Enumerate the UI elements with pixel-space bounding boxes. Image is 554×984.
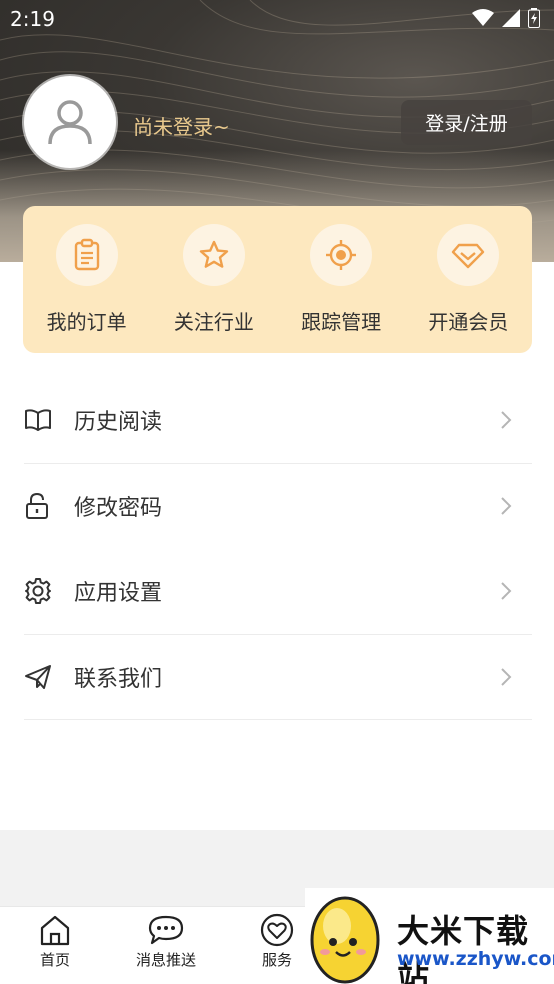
tab-label: 首页 [39, 951, 70, 969]
menu-item-contact-us[interactable]: 联系我们 [24, 635, 532, 720]
quick-action-label: 关注行业 [173, 310, 254, 334]
user-icon [48, 100, 92, 145]
star-icon [199, 240, 229, 268]
menu-item-label: 应用设置 [74, 581, 163, 607]
diamond-icon [452, 243, 485, 269]
avatar[interactable] [24, 76, 116, 168]
chevron-right-icon [501, 411, 512, 429]
quick-actions-card: 我的订单 关注行业 跟踪管理 开通会员 [23, 206, 532, 353]
tab-label: 服务 [261, 951, 292, 969]
chevron-right-icon [501, 668, 512, 686]
rice-mascot-icon [310, 896, 380, 984]
book-icon [25, 409, 51, 432]
send-icon [25, 664, 51, 689]
watermark-logo: 大米下载站 www.zzhyw.com [305, 888, 554, 984]
gear-icon [25, 578, 51, 605]
wifi-icon [472, 9, 494, 26]
message-icon [148, 915, 184, 945]
quick-action-label: 开通会员 [428, 310, 509, 334]
home-icon [40, 915, 70, 946]
watermark-brand-text: 大米下载站 [397, 912, 530, 984]
battery-icon [528, 8, 540, 28]
menu-item-app-settings[interactable]: 应用设置 [24, 549, 532, 635]
quick-action-label: 我的订单 [46, 310, 127, 334]
quick-action-membership[interactable]: 开通会员 [405, 206, 532, 353]
chevron-right-icon [501, 497, 512, 515]
menu-item-history[interactable]: 历史阅读 [24, 378, 532, 464]
login-register-button[interactable]: 登录/注册 [401, 100, 532, 145]
quick-action-tracking[interactable]: 跟踪管理 [278, 206, 405, 353]
menu-item-label: 联系我们 [74, 666, 163, 692]
chevron-right-icon [501, 582, 512, 600]
signal-icon [502, 9, 520, 27]
quick-action-label: 跟踪管理 [301, 310, 382, 334]
quick-action-orders[interactable]: 我的订单 [23, 206, 150, 353]
heart-icon [260, 913, 294, 947]
menu-item-label: 修改密码 [74, 496, 163, 522]
status-bar: 2:19 [0, 0, 554, 38]
tab-label: 消息推送 [135, 951, 196, 969]
settings-menu: 历史阅读 修改密码 应用设置 联系我们 [24, 378, 532, 720]
tab-messages[interactable]: 消息推送 [116, 913, 216, 970]
clipboard-icon [74, 238, 99, 271]
login-status-text[interactable]: 尚未登录~ [133, 111, 230, 140]
target-icon [326, 240, 357, 270]
tab-home[interactable]: 首页 [5, 913, 105, 970]
lock-icon [26, 493, 48, 520]
menu-item-change-password[interactable]: 修改密码 [24, 464, 532, 550]
watermark-url-text: www.zzhyw.com [397, 948, 554, 970]
menu-item-label: 历史阅读 [74, 410, 163, 436]
quick-action-follow-industry[interactable]: 关注行业 [150, 206, 277, 353]
status-time: 2:19 [10, 7, 55, 31]
